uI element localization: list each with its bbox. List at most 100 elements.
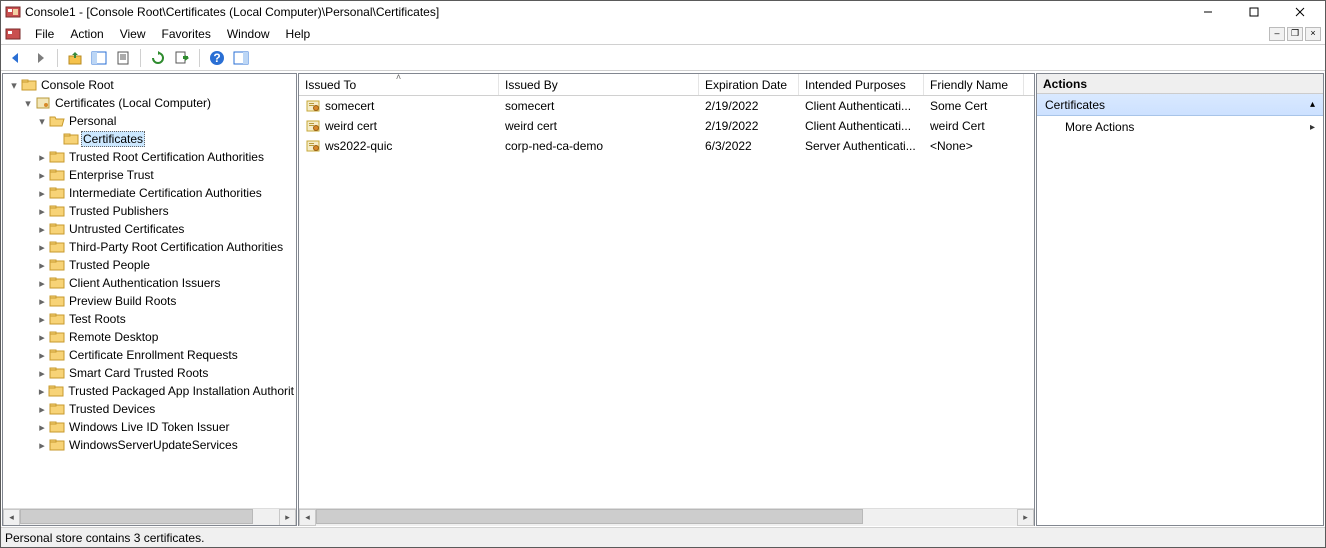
tree-horizontal-scrollbar[interactable]: ◂ ▸ — [3, 508, 296, 525]
certificate-row[interactable]: ws2022-quiccorp-ned-ca-demo6/3/2022Serve… — [299, 136, 1034, 156]
column-header-friendly-name[interactable]: Friendly Name — [924, 74, 1024, 95]
back-button[interactable] — [5, 47, 27, 69]
tree-node-store[interactable]: ▸Third-Party Root Certification Authorit… — [35, 238, 296, 256]
console-tree[interactable]: ▾ Console Root ▾ Certificates (Local Com… — [3, 74, 296, 508]
tree-node-store[interactable]: ▸Windows Live ID Token Issuer — [35, 418, 296, 436]
tree-node-store[interactable]: ▸Client Authentication Issuers — [35, 274, 296, 292]
actions-more-actions[interactable]: More Actions ▸ — [1037, 116, 1323, 138]
mdi-controls: – ❐ × — [1269, 27, 1321, 41]
menu-view[interactable]: View — [112, 25, 154, 43]
expand-icon[interactable]: ▸ — [35, 276, 49, 290]
collapse-icon[interactable]: ▾ — [35, 114, 49, 128]
folder-icon — [49, 347, 65, 363]
show-hide-console-tree-button[interactable] — [88, 47, 110, 69]
expand-icon[interactable]: ▸ — [35, 312, 49, 326]
cell-expiration-date: 2/19/2022 — [705, 99, 758, 113]
column-header-issued-by[interactable]: Issued By — [499, 74, 699, 95]
folder-icon — [49, 329, 65, 345]
expand-icon[interactable]: ▸ — [35, 186, 49, 200]
mdi-minimize-button[interactable]: – — [1269, 27, 1285, 41]
expand-icon[interactable]: ▸ — [35, 240, 49, 254]
tree-label: Smart Card Trusted Roots — [67, 366, 210, 380]
folder-icon — [49, 239, 65, 255]
tree-label: Trusted People — [67, 258, 152, 272]
menu-window[interactable]: Window — [219, 25, 278, 43]
scroll-right-button[interactable]: ▸ — [279, 509, 296, 526]
list-body[interactable]: somecertsomecert2/19/2022Client Authenti… — [299, 96, 1034, 508]
tree-node-store[interactable]: ▸Trusted Devices — [35, 400, 296, 418]
tree-node-store[interactable]: ▸ Test Roots — [35, 310, 296, 328]
expand-icon[interactable]: ▸ — [35, 168, 49, 182]
help-button[interactable]: ? — [206, 47, 228, 69]
scroll-thumb[interactable] — [20, 509, 253, 524]
folder-icon — [63, 131, 79, 147]
folder-icon — [49, 221, 65, 237]
expand-icon[interactable]: ▸ — [35, 294, 49, 308]
close-button[interactable] — [1277, 1, 1323, 23]
expand-icon[interactable]: ▸ — [35, 366, 49, 380]
mdi-restore-button[interactable]: ❐ — [1287, 27, 1303, 41]
tree-node-store[interactable]: ▸Enterprise Trust — [35, 166, 296, 184]
expand-icon[interactable]: ▸ — [35, 348, 49, 362]
folder-icon — [49, 401, 65, 417]
up-one-level-button[interactable] — [64, 47, 86, 69]
show-hide-action-pane-button[interactable] — [230, 47, 252, 69]
tree-node-store[interactable]: ▸Trusted Publishers — [35, 202, 296, 220]
minimize-button[interactable] — [1185, 1, 1231, 23]
tree-node-personal[interactable]: ▾ Personal — [35, 112, 296, 148]
tree-node-certificates-local-computer[interactable]: ▾ Certificates (Local Computer) ▾ — [21, 94, 296, 454]
tree-node-store[interactable]: ▸ Smart Card Trusted Roots — [35, 364, 296, 382]
menu-file[interactable]: File — [27, 25, 62, 43]
tree-label: Certificates (Local Computer) — [53, 96, 213, 110]
expand-icon[interactable]: ▸ — [35, 258, 49, 272]
tree-label: Certificates — [81, 131, 145, 147]
tree-node-store[interactable]: ▸WindowsServerUpdateServices — [35, 436, 296, 454]
tree-node-store[interactable]: ▸Preview Build Roots — [35, 292, 296, 310]
tree-node-store[interactable]: ▸Remote Desktop — [35, 328, 296, 346]
maximize-button[interactable] — [1231, 1, 1277, 23]
mdi-close-button[interactable]: × — [1305, 27, 1321, 41]
certificate-row[interactable]: weird certweird cert2/19/2022Client Auth… — [299, 116, 1034, 136]
expand-icon[interactable]: ▸ — [35, 204, 49, 218]
scroll-right-button[interactable]: ▸ — [1017, 509, 1034, 526]
scroll-left-button[interactable]: ◂ — [299, 509, 316, 526]
collapse-icon[interactable]: ▾ — [21, 96, 35, 110]
list-horizontal-scrollbar[interactable]: ◂ ▸ — [299, 508, 1034, 525]
tree-node-store[interactable]: ▸Certificate Enrollment Requests — [35, 346, 296, 364]
menu-help[interactable]: Help — [278, 25, 319, 43]
actions-group-certificates[interactable]: Certificates ▴ — [1037, 94, 1323, 116]
column-header-issued-to[interactable]: Issued To ˄ — [299, 74, 499, 95]
toolbar-separator — [199, 49, 200, 67]
expand-icon[interactable]: ▸ — [35, 384, 48, 398]
tree-node-certificates[interactable]: Certificates — [49, 130, 296, 148]
export-list-button[interactable] — [171, 47, 193, 69]
scroll-left-button[interactable]: ◂ — [3, 509, 20, 526]
column-header-intended-purposes[interactable]: Intended Purposes — [799, 74, 924, 95]
tree-node-store[interactable]: ▸Intermediate Certification Authorities — [35, 184, 296, 202]
actions-pane-header: Actions — [1037, 74, 1323, 94]
tree-node-store[interactable]: ▸Trusted Root Certification Authorities — [35, 148, 296, 166]
expand-icon[interactable]: ▸ — [35, 330, 49, 344]
expand-icon[interactable]: ▸ — [35, 420, 49, 434]
column-header-expiration-date[interactable]: Expiration Date — [699, 74, 799, 95]
scroll-thumb[interactable] — [316, 509, 863, 524]
refresh-button[interactable] — [147, 47, 169, 69]
expand-icon[interactable]: ▸ — [35, 150, 49, 164]
certificate-row[interactable]: somecertsomecert2/19/2022Client Authenti… — [299, 96, 1034, 116]
expand-icon[interactable]: ▸ — [35, 222, 49, 236]
menu-action[interactable]: Action — [62, 25, 111, 43]
menu-favorites[interactable]: Favorites — [154, 25, 219, 43]
collapse-icon[interactable]: ▾ — [7, 78, 21, 92]
tree-node-store[interactable]: ▸Untrusted Certificates — [35, 220, 296, 238]
properties-button[interactable] — [112, 47, 134, 69]
tree-node-console-root[interactable]: ▾ Console Root ▾ Certificates (Local Com… — [7, 76, 296, 454]
actions-group-label: Certificates — [1045, 98, 1105, 112]
cell-expiration-date: 2/19/2022 — [705, 119, 758, 133]
cell-issued-by: corp-ned-ca-demo — [505, 139, 603, 153]
forward-button[interactable] — [29, 47, 51, 69]
tree-node-store[interactable]: ▸Trusted Packaged App Installation Autho… — [35, 382, 296, 400]
tree-node-store[interactable]: ▸ Trusted People — [35, 256, 296, 274]
expand-icon[interactable]: ▸ — [35, 402, 49, 416]
tree-label: Test Roots — [67, 312, 128, 326]
expand-icon[interactable]: ▸ — [35, 438, 49, 452]
